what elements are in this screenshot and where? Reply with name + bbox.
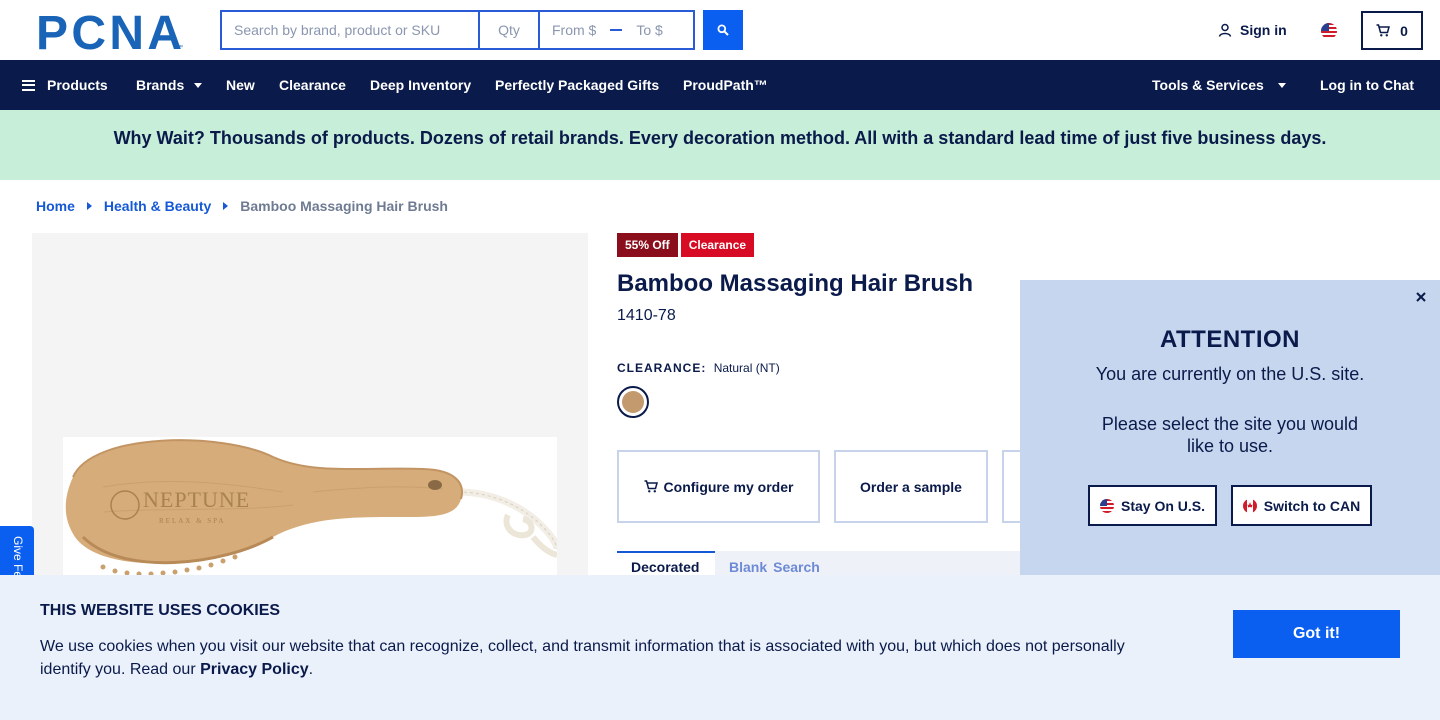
search-bar: Search by brand, product or SKU Qty From… <box>220 10 695 50</box>
configure-order-button[interactable]: Configure my order <box>617 450 820 523</box>
svg-text:PCNA: PCNA <box>36 11 181 51</box>
nav-deep-inventory[interactable]: Deep Inventory <box>370 60 471 110</box>
tab-search-label: Search <box>773 559 820 575</box>
color-label: CLEARANCE: Natural (NT) <box>617 361 780 375</box>
cookie-title: THIS WEBSITE USES COOKIES <box>40 602 281 619</box>
tab-decorated-label: Decorated <box>631 559 700 575</box>
stay-us-label: Stay On U.S. <box>1120 497 1206 514</box>
cart-icon <box>1376 24 1391 37</box>
cookie-message: We use cookies when you visit our websit… <box>40 635 1150 681</box>
user-icon <box>1218 23 1232 37</box>
brand-engraving-sub: RELAX & SPA <box>159 517 225 525</box>
pcna-logo[interactable]: PCNA ™ <box>36 11 184 51</box>
cookie-accept-button[interactable]: Got it! <box>1233 610 1400 658</box>
close-icon[interactable] <box>1414 290 1428 304</box>
site-header: PCNA ™ Search by brand, product or SKU Q… <box>0 0 1440 60</box>
stay-us-button[interactable]: Stay On U.S. <box>1088 485 1217 526</box>
chevron-down-icon <box>194 82 203 88</box>
promo-banner: Why Wait? Thousands of products. Dozens … <box>0 110 1440 180</box>
privacy-policy-link[interactable]: Privacy Policy <box>200 661 309 678</box>
price-from-input[interactable]: From $ <box>552 22 596 38</box>
search-button[interactable] <box>703 10 743 50</box>
us-flag-icon[interactable] <box>1321 23 1337 39</box>
promo-text: Why Wait? Thousands of products. Dozens … <box>113 127 1327 148</box>
clearance-badge: Clearance <box>680 233 755 257</box>
qty-input[interactable]: Qty <box>478 10 540 50</box>
nav-clearance[interactable]: Clearance <box>279 60 346 110</box>
breadcrumb-health-beauty[interactable]: Health & Beauty <box>104 198 211 214</box>
nav-products[interactable]: Products <box>22 60 108 110</box>
nav-perfectly-packaged-gifts[interactable]: Perfectly Packaged Gifts <box>495 60 659 110</box>
product-sku: 1410-78 <box>617 307 676 324</box>
swatch-fill <box>622 391 644 413</box>
price-range-input[interactable]: From $ To $ <box>540 10 695 50</box>
nav-brands-label: Brands <box>136 77 185 93</box>
chevron-down-icon <box>1277 82 1286 88</box>
tab-decorated[interactable]: Decorated <box>617 551 715 575</box>
price-to-input[interactable]: To $ <box>636 22 662 38</box>
nav-new[interactable]: New <box>226 60 255 110</box>
nav-products-label: Products <box>47 77 108 93</box>
cookie-period: . <box>308 661 314 678</box>
menu-icon <box>22 79 35 91</box>
main-nav: Products Brands New Clearance Deep Inven… <box>0 60 1440 110</box>
configure-order-label: Configure my order <box>663 478 794 495</box>
cookie-banner: THIS WEBSITE USES COOKIES We use cookies… <box>0 575 1440 720</box>
chevron-right-icon <box>223 202 229 210</box>
more-action-button[interactable] <box>1002 450 1020 523</box>
discount-badge: 55% Off <box>617 233 678 257</box>
site-selection-popup: ATTENTION You are currently on the U.S. … <box>1020 280 1440 580</box>
nav-login-chat[interactable]: Log in to Chat <box>1320 60 1414 110</box>
color-swatch-natural[interactable] <box>617 386 649 418</box>
cart-count: 0 <box>1400 22 1408 39</box>
search-icon <box>717 24 729 36</box>
tab-blank-label: Blank <box>729 559 768 575</box>
nav-tools-services[interactable]: Tools & Services <box>1152 60 1286 110</box>
attention-prompt: Please select the site you would like to… <box>1101 414 1359 456</box>
svg-text:™: ™ <box>177 44 183 51</box>
cart-icon <box>644 480 658 493</box>
us-flag-icon <box>1099 498 1114 513</box>
sign-in-link[interactable]: Sign in <box>1218 22 1287 38</box>
attention-title: ATTENTION <box>1159 326 1301 353</box>
product-badges: 55% Off Clearance <box>617 233 757 257</box>
breadcrumb: Home Health & Beauty Bamboo Massaging Ha… <box>36 198 448 214</box>
breadcrumb-home[interactable]: Home <box>36 198 75 214</box>
color-heading: CLEARANCE: <box>617 361 707 375</box>
order-sample-button[interactable]: Order a sample <box>834 450 988 523</box>
sign-in-label: Sign in <box>1240 22 1287 38</box>
cart-button[interactable]: 0 <box>1361 11 1423 50</box>
canada-flag-icon <box>1242 498 1257 513</box>
attention-message: You are currently on the U.S. site. <box>1095 364 1365 384</box>
switch-can-label: Switch to CAN <box>1263 497 1361 514</box>
range-dash <box>610 29 623 31</box>
search-input[interactable]: Search by brand, product or SKU <box>220 10 478 50</box>
tab-blank-search[interactable]: Blank Search <box>715 551 834 575</box>
nav-tools-label: Tools & Services <box>1152 77 1264 93</box>
switch-can-button[interactable]: Switch to CAN <box>1231 485 1372 526</box>
nav-brands[interactable]: Brands <box>136 60 203 110</box>
chevron-right-icon <box>86 202 92 210</box>
product-title: Bamboo Massaging Hair Brush <box>617 270 974 297</box>
breadcrumb-current: Bamboo Massaging Hair Brush <box>240 198 448 214</box>
brand-engraving: NEPTUNE <box>143 487 250 512</box>
nav-proudpath[interactable]: ProudPath™ <box>683 60 768 110</box>
color-value: Natural (NT) <box>713 361 780 375</box>
pricing-tabs: Decorated Blank Search <box>617 551 1020 575</box>
